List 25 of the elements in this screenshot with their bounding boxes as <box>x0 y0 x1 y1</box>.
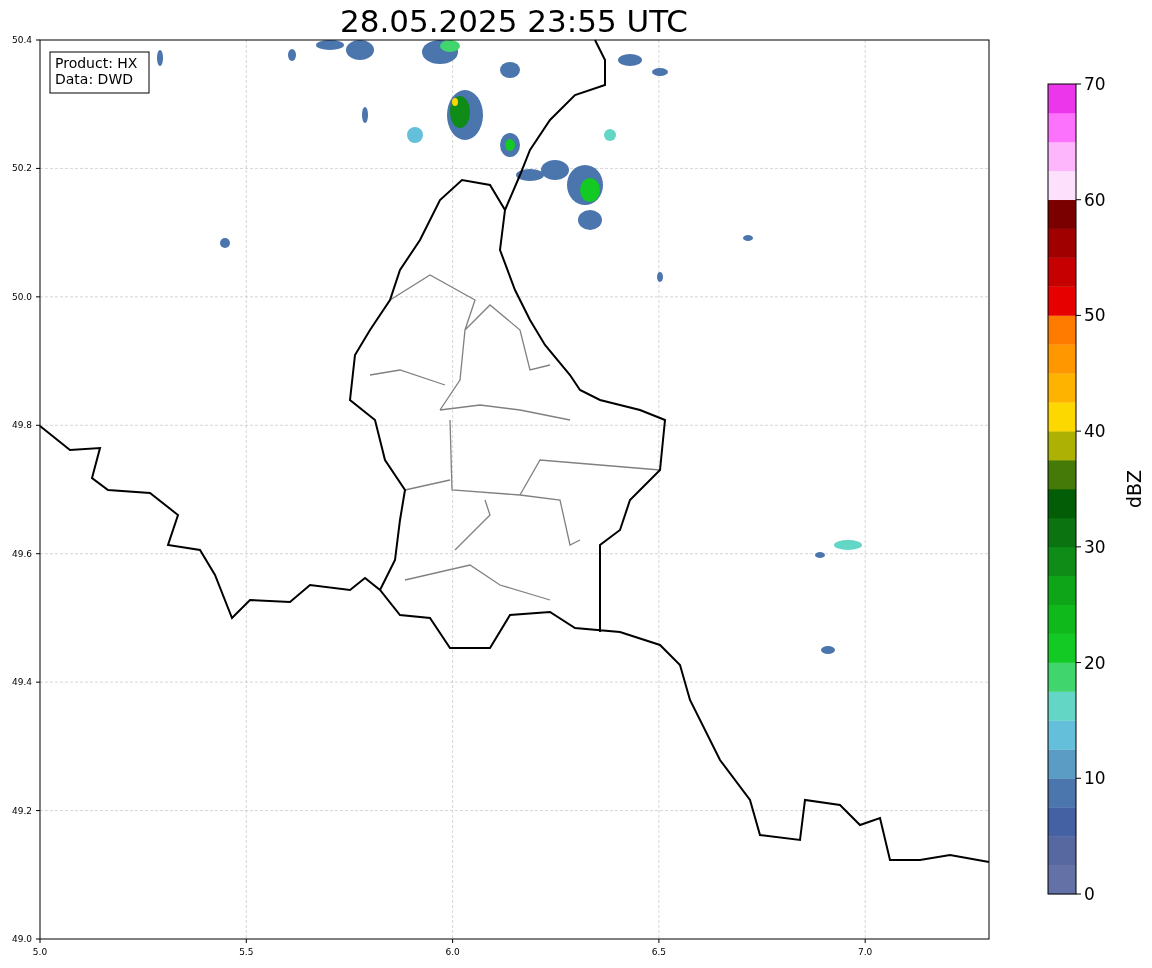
legend-text: Data: DWD <box>55 71 133 87</box>
y-tick-label: 50.4 <box>11 35 32 45</box>
legend-text: Product: HX <box>55 55 138 71</box>
colorbar-tick-label: 20 <box>1084 652 1106 673</box>
colorbar-tick-label: 70 <box>1084 74 1106 94</box>
y-tick-label: 50.0 <box>11 291 32 302</box>
y-tick-label: 49.2 <box>11 805 32 816</box>
chart-title: 28.05.2025 23:55 UTC <box>340 3 688 39</box>
y-tick-label: 49.6 <box>11 548 32 559</box>
y-tick-label: 50.2 <box>11 163 32 174</box>
colorbar-tick-label: 50 <box>1084 305 1106 326</box>
y-tick-label: 49.8 <box>11 420 32 431</box>
x-tick-label: 5.0 <box>32 947 48 957</box>
x-tick-label: 7.0 <box>858 947 873 957</box>
x-tick-label: 6.5 <box>651 947 667 957</box>
x-tick-label: 6.0 <box>445 947 460 957</box>
colorbar-tick-label: 10 <box>1084 768 1106 789</box>
colorbar-tick-label: 30 <box>1084 536 1106 557</box>
colorbar-tick-label: 40 <box>1084 421 1106 442</box>
colorbar-tick-label: 0 <box>1084 884 1095 904</box>
y-tick-label: 49.0 <box>11 934 32 944</box>
x-tick-label: 5.5 <box>239 947 254 957</box>
colorbar-label: dBZ <box>1123 469 1145 509</box>
y-tick-label: 49.4 <box>11 677 32 688</box>
colorbar-tick-label: 60 <box>1084 189 1106 210</box>
